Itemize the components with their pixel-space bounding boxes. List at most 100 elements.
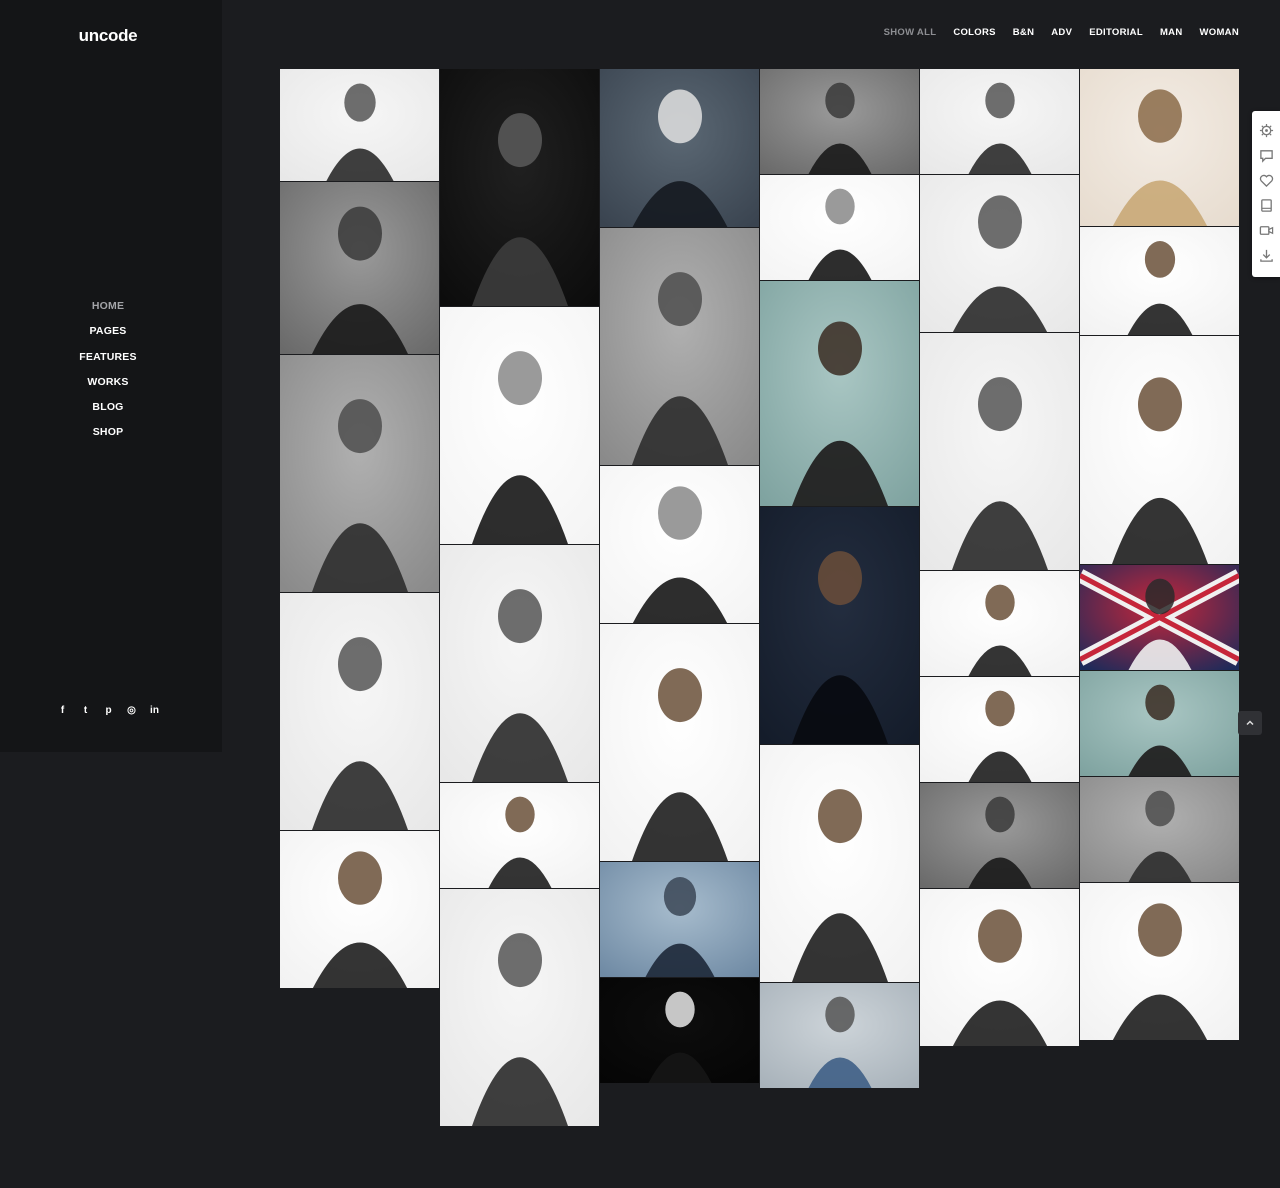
photo-image: [600, 228, 759, 465]
facebook-icon[interactable]: f: [56, 702, 69, 718]
gallery-item-blonde-woman-sunglasses[interactable]: [600, 466, 759, 623]
gallery-item-blonde-woman-leather-jacket[interactable]: [440, 307, 599, 544]
linkedin-icon[interactable]: in: [148, 702, 161, 718]
photo-image: [280, 355, 439, 592]
menu-item-home[interactable]: HOME: [0, 297, 216, 322]
gallery-item-woman-blue-coat-street[interactable]: [760, 983, 919, 1088]
gallery-item-woman-profile-portrait[interactable]: [280, 69, 439, 181]
gallery-item-silhouette-profile[interactable]: [600, 978, 759, 1083]
pinterest-icon[interactable]: p: [102, 702, 115, 718]
gallery-item-couple-embracing[interactable]: [920, 571, 1079, 676]
photo-image: [920, 333, 1079, 570]
photo-image: [1080, 671, 1239, 776]
side-toolbar: [1252, 111, 1280, 277]
gallery-item-couple-kissing-sunglasses[interactable]: [920, 783, 1079, 888]
gallery-item-man-yellow-shirt-walking[interactable]: [760, 745, 919, 982]
gallery-item-woman-union-flag[interactable]: [1080, 565, 1239, 670]
main-menu: HOME PAGES FEATURES WORKS BLOG SHOP: [0, 297, 216, 449]
logo[interactable]: uncode: [0, 26, 216, 46]
filter-show-all[interactable]: SHOW ALL: [884, 27, 937, 38]
filter-bn[interactable]: B&N: [1013, 27, 1034, 38]
gallery-item-man-glasses-suit[interactable]: [920, 333, 1079, 570]
gallery-item-blonde-woman-striped-dress[interactable]: [280, 355, 439, 592]
menu-item-shop[interactable]: SHOP: [0, 423, 216, 448]
gallery-item-woman-denim-shirt[interactable]: [760, 175, 919, 280]
photo-image: [920, 69, 1079, 174]
photo-image: [280, 69, 439, 181]
gallery-item-man-tiled-wall[interactable]: [1080, 777, 1239, 882]
book-icon[interactable]: [1259, 198, 1274, 213]
photo-image: [920, 175, 1079, 332]
menu-item-works[interactable]: WORKS: [0, 373, 216, 398]
gallery-column: [280, 69, 439, 989]
filter-colors[interactable]: COLORS: [953, 27, 995, 38]
photo-image: [760, 69, 919, 174]
gallery-column: [440, 69, 599, 1127]
gallery-column: [1080, 69, 1239, 1041]
gallery-item-couple-portrait[interactable]: [920, 677, 1079, 782]
gallery-item-man-patterned-shirt[interactable]: [1080, 671, 1239, 776]
gallery-item-two-men-posing[interactable]: [760, 69, 919, 174]
photo-image: [1080, 227, 1239, 335]
photo-image: [760, 175, 919, 280]
gallery-item-woman-drink-leather-jacket[interactable]: [1080, 336, 1239, 564]
photo-image: [440, 545, 599, 782]
gallery-column: [920, 69, 1079, 1047]
chevron-up-icon: [1246, 720, 1254, 726]
filter-man[interactable]: MAN: [1160, 27, 1183, 38]
download-icon[interactable]: [1259, 248, 1274, 263]
photo-image: [440, 307, 599, 544]
gallery-item-bearded-man-praying-hands[interactable]: [920, 175, 1079, 332]
photo-image: [600, 624, 759, 861]
filter-adv[interactable]: ADV: [1051, 27, 1072, 38]
photo-image: [760, 281, 919, 506]
photo-image: [920, 783, 1079, 888]
heart-icon[interactable]: [1259, 173, 1274, 188]
photo-image: [760, 507, 919, 744]
gallery-item-long-haired-man-open-jacket[interactable]: [440, 889, 599, 1126]
gallery-item-bearded-man-profile[interactable]: [280, 182, 439, 354]
gallery-item-man-running-coat[interactable]: [600, 624, 759, 861]
photo-image: [440, 889, 599, 1126]
menu-item-pages[interactable]: PAGES: [0, 322, 216, 347]
gallery-item-bearded-man-sunglasses[interactable]: [760, 281, 919, 506]
gallery-item-woman-denim-jacket-skirt[interactable]: [1080, 883, 1239, 1040]
gallery-item-woman-by-lake[interactable]: [600, 862, 759, 977]
filter-editorial[interactable]: EDITORIAL: [1089, 27, 1143, 38]
gallery-item-blonde-woman-closeup[interactable]: [1080, 69, 1239, 226]
photo-image: [1080, 883, 1239, 1040]
menu-item-features[interactable]: FEATURES: [0, 348, 216, 373]
gallery-item-denim-shorts-detail[interactable]: [440, 783, 599, 888]
photo-image: [1080, 565, 1239, 670]
gallery-item-woman-beanie-camera[interactable]: [920, 889, 1079, 1046]
scroll-to-top-button[interactable]: [1238, 711, 1262, 735]
comment-icon[interactable]: [1259, 148, 1274, 163]
photo-image: [920, 571, 1079, 676]
gallery-item-man-black-hat[interactable]: [440, 69, 599, 306]
gallery-item-man-beanie-wall[interactable]: [1080, 227, 1239, 335]
filter-woman[interactable]: WOMAN: [1200, 27, 1240, 38]
gallery-column: [760, 69, 919, 1089]
photo-image: [280, 831, 439, 988]
gallery-item-man-grey-coat[interactable]: [600, 228, 759, 465]
social-links: f t p ◎ in: [56, 702, 161, 718]
photo-image: [440, 783, 599, 888]
portfolio-filters: SHOW ALL COLORS B&N ADV EDITORIAL MAN WO…: [884, 27, 1239, 38]
gallery-item-woman-against-wall[interactable]: [600, 69, 759, 227]
settings-icon[interactable]: [1259, 123, 1274, 138]
video-icon[interactable]: [1259, 223, 1274, 238]
menu-item-blog[interactable]: BLOG: [0, 398, 216, 423]
gallery-item-woman-love-tshirt[interactable]: [280, 831, 439, 988]
photo-image: [1080, 69, 1239, 226]
photo-image: [600, 466, 759, 623]
photo-image: [600, 862, 759, 977]
photo-image: [280, 182, 439, 354]
gallery-item-woman-wide-brim-hat[interactable]: [440, 545, 599, 782]
dribbble-icon[interactable]: ◎: [125, 702, 138, 718]
twitter-icon[interactable]: t: [79, 702, 92, 718]
photo-image: [600, 978, 759, 1083]
gallery-item-woman-hair-flying[interactable]: [920, 69, 1079, 174]
gallery-item-woman-black-turtleneck[interactable]: [280, 593, 439, 830]
photo-image: [760, 745, 919, 982]
gallery-item-long-haired-man-dark[interactable]: [760, 507, 919, 744]
